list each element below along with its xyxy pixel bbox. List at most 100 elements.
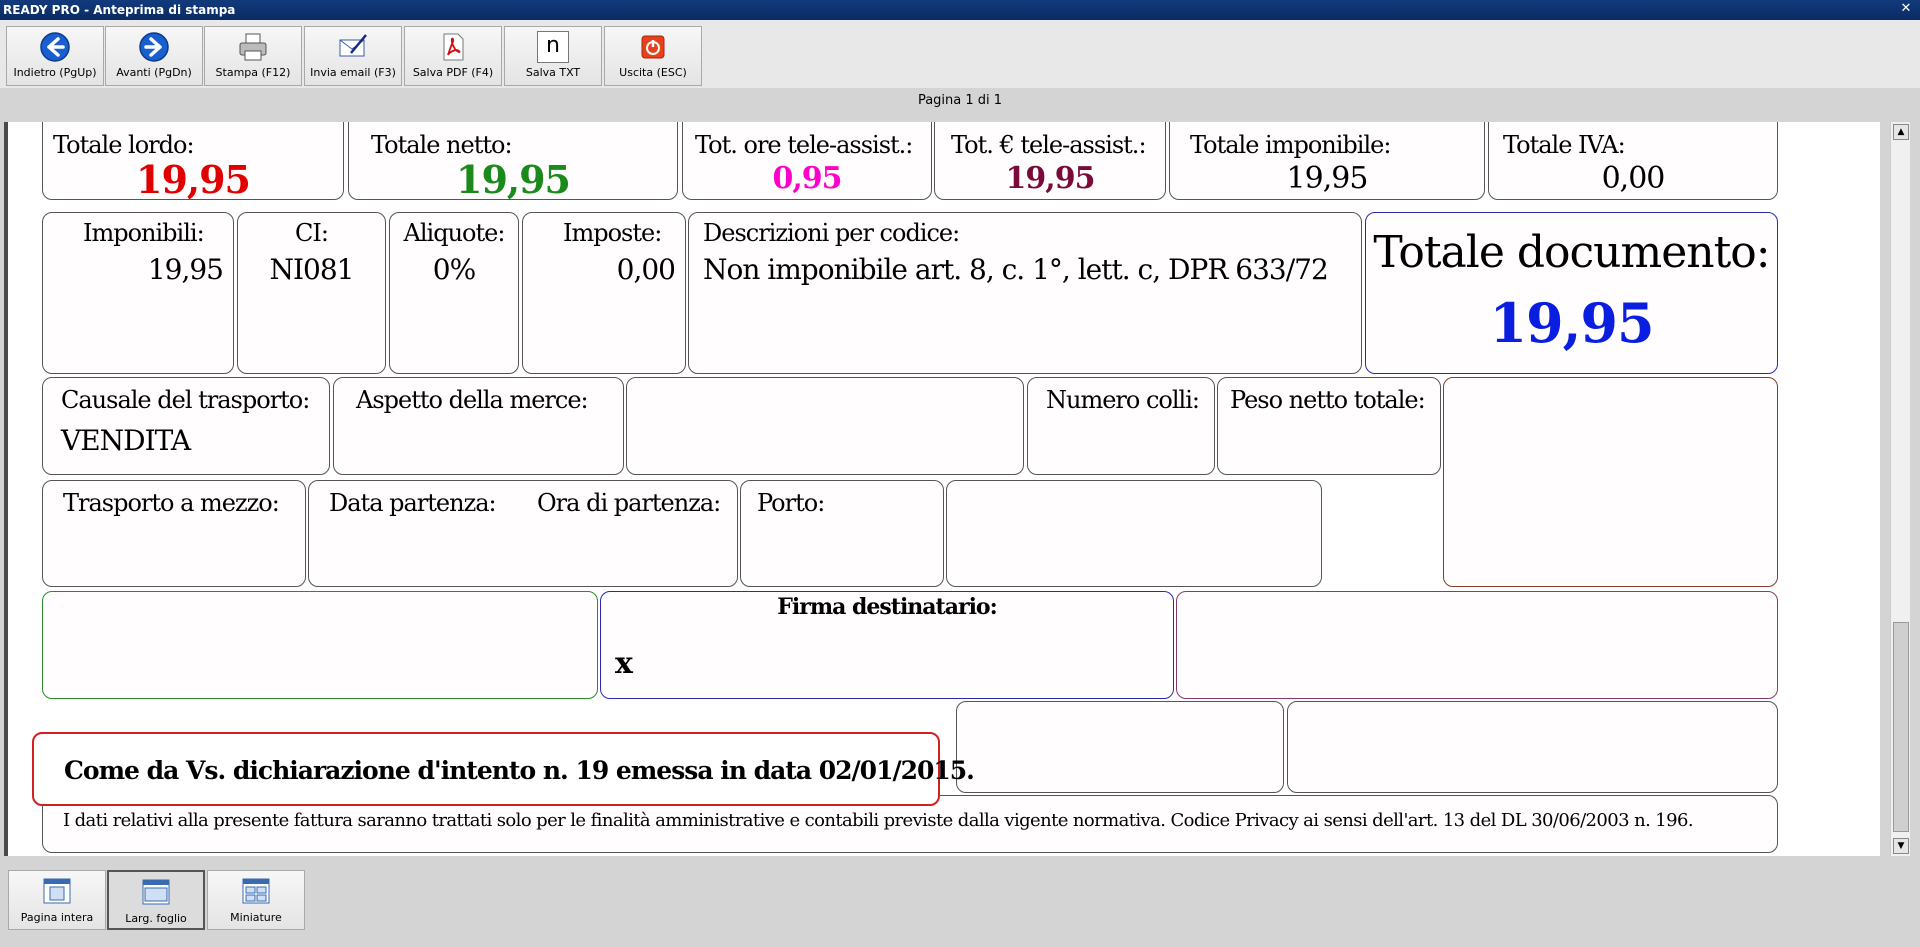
ore-tele-assist-value: 0,95: [772, 161, 842, 196]
txt-icon: n: [537, 31, 569, 63]
totale-iva-label: Totale IVA:: [1503, 131, 1626, 159]
window-title: READY PRO - Anteprima di stampa: [3, 3, 236, 17]
totale-iva-box: Totale IVA: 0,00: [1488, 122, 1778, 200]
totale-imponibile-label: Totale imponibile:: [1190, 131, 1391, 159]
ci-value: NI081: [269, 253, 354, 286]
save-pdf-button[interactable]: Salva PDF (F4): [404, 26, 502, 86]
full-page-button[interactable]: Pagina intera: [8, 870, 106, 930]
print-button[interactable]: Stampa (F12): [204, 26, 302, 86]
totale-netto-box: Totale netto: 19,95: [348, 122, 678, 202]
ore-tele-assist-box: Tot. ore tele-assist.: 0,95: [682, 122, 932, 200]
page-width-button[interactable]: Larg. foglio: [107, 870, 205, 930]
send-email-button-label: Invia email (F3): [310, 66, 396, 79]
toolbar: Indietro (PgUp) Avanti (PgDn) Stampa (F1…: [0, 20, 1920, 88]
aspetto-merce-label: Aspetto della merce:: [356, 386, 589, 414]
causale-trasporto-box: Causale del trasporto: VENDITA: [42, 377, 330, 475]
back-button[interactable]: Indietro (PgUp): [6, 26, 104, 86]
totale-documento-box: Totale documento: 19,95: [1365, 212, 1778, 374]
arrow-left-icon: [40, 32, 70, 62]
scroll-down-icon[interactable]: ▼: [1893, 838, 1909, 854]
firma-destinatario-box: Firma destinatario: x: [600, 591, 1174, 699]
totale-netto-value: 19,95: [456, 157, 571, 202]
descrizioni-label: Descrizioni per codice:: [703, 219, 960, 247]
save-txt-button-label: Salva TXT: [525, 66, 581, 79]
aliquote-box: Aliquote: 0%: [389, 212, 519, 374]
imponibili-value: 19,95: [147, 253, 224, 286]
trasporto-mezzo-label: Trasporto a mezzo:: [63, 489, 280, 517]
descrizioni-value: Non imponibile art. 8, c. 1°, lett. c, D…: [703, 253, 1329, 286]
imposte-box: Imposte: 0,00: [522, 212, 686, 374]
totale-imponibile-box: Totale imponibile: 19,95: [1169, 122, 1485, 200]
dichiarazione-text: Come da Vs. dichiarazione d'intento n. 1…: [64, 756, 975, 785]
empty-transport-box: [626, 377, 1024, 475]
totale-netto-label: Totale netto:: [371, 131, 513, 159]
forward-button-label: Avanti (PgDn): [116, 66, 192, 79]
aspetto-merce-box: Aspetto della merce:: [333, 377, 624, 475]
totale-documento-value: 19,95: [1489, 291, 1654, 355]
printer-icon: [239, 33, 267, 61]
ora-partenza-label: Ora di partenza:: [537, 489, 721, 517]
scrollbar-thumb[interactable]: [1893, 622, 1909, 832]
ci-box: CI: NI081: [237, 212, 386, 374]
page-width-icon: [142, 879, 170, 905]
totale-imponibile-value: 19,95: [1286, 161, 1369, 196]
ci-label: CI:: [295, 219, 329, 247]
save-pdf-button-label: Salva PDF (F4): [412, 66, 494, 79]
euro-tele-assist-label: Tot. € tele-assist.:: [951, 131, 1147, 159]
thumbnails-icon: [242, 878, 270, 904]
exit-icon: [641, 35, 665, 59]
page-width-label: Larg. foglio: [125, 912, 187, 925]
empty-porto-box: [946, 480, 1322, 587]
imposte-label: Imposte:: [563, 219, 662, 247]
full-page-label: Pagina intera: [20, 911, 94, 924]
view-mode-bar: Pagina intera Larg. foglio Miniature: [0, 856, 1920, 947]
exit-button-label: Uscita (ESC): [619, 66, 687, 79]
numero-colli-box: Numero colli:: [1027, 377, 1215, 475]
data-partenza-label: Data partenza:: [329, 489, 497, 517]
privacy-text: I dati relativi alla presente fattura sa…: [63, 810, 1694, 831]
send-email-button[interactable]: Invia email (F3): [304, 26, 402, 86]
firma-right-box: [1176, 591, 1778, 699]
print-button-label: Stampa (F12): [215, 66, 291, 79]
thumbnails-button[interactable]: Miniature: [207, 870, 305, 930]
vertical-scrollbar[interactable]: ▲ ▼: [1890, 122, 1910, 856]
thumbnails-label: Miniature: [230, 911, 282, 924]
back-button-label: Indietro (PgUp): [13, 66, 97, 79]
euro-tele-assist-box: Tot. € tele-assist.: 19,95: [934, 122, 1166, 200]
firma-destinatario-label: Firma destinatario:: [777, 594, 997, 620]
data-partenza-box: Data partenza: Ora di partenza:: [308, 480, 738, 587]
totale-lordo-box: Totale lordo: 19,95: [42, 122, 344, 202]
save-txt-button[interactable]: n Salva TXT: [504, 26, 602, 86]
scroll-up-icon[interactable]: ▲: [1893, 124, 1909, 140]
close-icon[interactable]: ✕: [1898, 1, 1914, 17]
firma-left-box: [42, 591, 598, 699]
imponibili-box: Imponibili: 19,95: [42, 212, 234, 374]
imponibili-label: Imponibili:: [83, 219, 205, 247]
peso-netto-box: Peso netto totale:: [1217, 377, 1441, 475]
numero-colli-label: Numero colli:: [1046, 386, 1200, 414]
aliquote-label: Aliquote:: [403, 219, 506, 247]
trasporto-mezzo-box: Trasporto a mezzo:: [42, 480, 306, 587]
peso-netto-label: Peso netto totale:: [1230, 386, 1426, 414]
empty-footer-box-2: [1287, 701, 1778, 793]
ore-tele-assist-label: Tot. ore tele-assist.:: [695, 131, 913, 159]
full-page-icon: [43, 878, 71, 904]
euro-tele-assist-value: 19,95: [1005, 161, 1096, 196]
page-indicator: Pagina 1 di 1: [917, 93, 1003, 108]
forward-button[interactable]: Avanti (PgDn): [105, 26, 203, 86]
totale-lordo-label: Totale lordo:: [53, 131, 195, 159]
pdf-icon: [443, 33, 464, 61]
totale-iva-value: 0,00: [1601, 161, 1666, 196]
print-preview-page[interactable]: Totale lordo: 19,95 Totale netto: 19,95 …: [4, 122, 1880, 856]
arrow-right-icon: [139, 32, 169, 62]
totale-lordo-value: 19,95: [136, 157, 251, 202]
porto-box: Porto:: [740, 480, 944, 587]
aliquote-value: 0%: [432, 253, 476, 286]
firma-mark: x: [615, 646, 633, 681]
exit-button[interactable]: Uscita (ESC): [604, 26, 702, 86]
imposte-value: 0,00: [616, 253, 676, 286]
totale-documento-label: Totale documento:: [1373, 227, 1770, 278]
porto-label: Porto:: [757, 489, 825, 517]
descrizioni-box: Descrizioni per codice: Non imponibile a…: [688, 212, 1362, 374]
vettore-box: [1443, 377, 1778, 587]
